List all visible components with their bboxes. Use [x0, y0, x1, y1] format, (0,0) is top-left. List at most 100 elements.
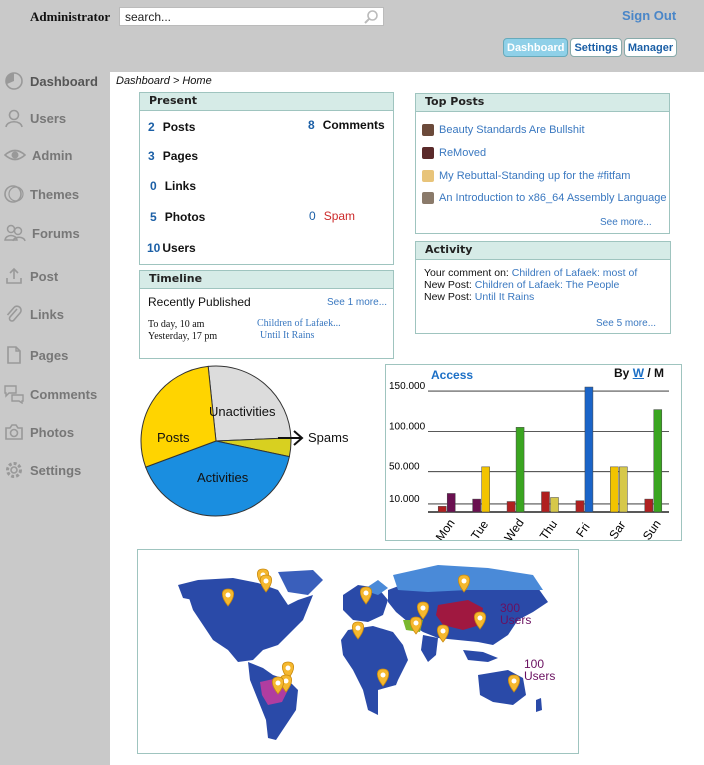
- top-bar: Administrator Sign Out Dashboard Setting…: [0, 0, 704, 72]
- panel-title: Top Posts: [416, 94, 669, 112]
- top-post-item[interactable]: An Introduction to x86_64 Assembly Langu…: [422, 192, 667, 204]
- tab-manager[interactable]: Manager: [623, 38, 678, 57]
- top-posts-see-more[interactable]: See more...: [600, 217, 652, 228]
- bar-wed: [506, 501, 516, 513]
- activity-line: New Post: Until It Rains: [424, 291, 535, 303]
- sidebar-item-label: Post: [30, 268, 59, 284]
- bar-fri: [584, 386, 594, 513]
- y-tick-label: 150.000: [389, 381, 426, 392]
- pie-label-unactivities: Unactivities: [209, 404, 276, 419]
- post-thumbnail: [422, 192, 434, 204]
- stat-comments[interactable]: 8 Comments: [308, 118, 385, 132]
- gear-icon: [6, 462, 22, 478]
- sidebar-item-label: Admin: [32, 147, 73, 163]
- timeline-post-link[interactable]: Children of Lafaek...: [257, 318, 341, 329]
- activity-link[interactable]: Children of Lafaek: The People: [475, 279, 620, 291]
- main-content: Dashboard > Home Present 2 Posts 3 Pages 0…: [110, 72, 704, 765]
- brand-title: Administrator: [30, 9, 111, 24]
- x-tick-label: Fri: [573, 520, 592, 539]
- top-post-item[interactable]: My Rebuttal-Standing up for the #fitfam: [422, 170, 630, 182]
- sidebar-item-post[interactable]: Post: [4, 265, 108, 287]
- access-chart-panel: Access By W / M 150.000 100.000 50.000 10.0…: [385, 364, 682, 541]
- post-thumbnail: [422, 147, 434, 159]
- sidebar-item-dashboard[interactable]: Dashboard: [4, 70, 108, 92]
- map-pin-dot: [285, 665, 291, 671]
- comments-icon: [4, 385, 24, 404]
- top-tabs: Dashboard Settings Manager: [503, 38, 678, 57]
- spam-arrow-icon: [278, 430, 304, 446]
- pie-label-spams: Spams: [308, 430, 349, 445]
- page-icon: [7, 346, 21, 364]
- activity-link[interactable]: Until It Rains: [475, 291, 535, 303]
- activity-link[interactable]: Children of Lafaek: most of: [512, 267, 637, 279]
- search-icon[interactable]: [363, 9, 379, 30]
- stat-photos[interactable]: 5 Photos: [150, 210, 205, 224]
- stat-posts[interactable]: 2 Posts: [148, 120, 195, 134]
- timeline-post-link[interactable]: Until It Rains: [260, 330, 314, 341]
- post-thumbnail: [422, 124, 434, 136]
- sidebar-item-label: Themes: [30, 186, 80, 202]
- sidebar-item-photos[interactable]: Photos: [4, 421, 108, 443]
- x-tick-label: Sar: [606, 518, 628, 540]
- sidebar-item-label: Links: [30, 306, 64, 322]
- activity-line: Your comment on: Children of Lafaek: mos…: [424, 267, 638, 279]
- search-input[interactable]: [120, 8, 360, 26]
- stat-users[interactable]: 10 Users: [147, 241, 196, 255]
- panel-title: Present: [140, 93, 393, 111]
- user-icon: [5, 109, 23, 128]
- stat-spam[interactable]: 0 Spam: [309, 209, 355, 223]
- timeline-time: Yesterday, 17 pm: [148, 331, 218, 342]
- top-post-item[interactable]: ReMoved: [422, 147, 486, 159]
- activity-see-more[interactable]: See 5 more...: [596, 318, 656, 329]
- map-pin-dot: [263, 578, 269, 584]
- pie-label-posts: Posts: [157, 430, 190, 445]
- map-pin-dot: [511, 678, 517, 684]
- bar-fri: [575, 500, 585, 513]
- y-tick-label: 100.000: [389, 421, 426, 432]
- x-tick-label: Tue: [468, 517, 491, 540]
- tab-settings[interactable]: Settings: [570, 38, 622, 57]
- access-bar-chart: 150.000 100.000 50.000 10.000 Mon Tue Wed Thu Fr…: [389, 381, 669, 540]
- present-panel: Present 2 Posts 3 Pages 0 Links 5 Photos 10 U…: [139, 92, 394, 265]
- map-pin-dot: [380, 672, 386, 678]
- sidebar-item-settings[interactable]: Settings: [4, 459, 108, 481]
- x-tick-label: Sun: [640, 517, 664, 540]
- map-pin-dot: [355, 625, 361, 631]
- sidebar-item-label: Forums: [32, 225, 80, 241]
- panel-title: Activity: [416, 242, 670, 260]
- tab-dashboard[interactable]: Dashboard: [503, 38, 569, 57]
- breadcrumb: Dashboard > Home: [116, 75, 212, 87]
- sidebar-item-comments[interactable]: Comments: [4, 383, 108, 405]
- sidebar-item-links[interactable]: Links: [4, 303, 108, 325]
- map-pin-dot: [440, 628, 446, 634]
- bar-sar: [610, 466, 619, 513]
- sidebar-item-label: Pages: [30, 347, 69, 363]
- sidebar-item-forums[interactable]: Forums: [4, 222, 108, 244]
- bar-wed: [515, 427, 525, 513]
- sidebar-item-label: Users: [30, 110, 67, 126]
- sidebar-item-admin[interactable]: Admin: [4, 144, 108, 166]
- sign-out-link[interactable]: Sign Out: [622, 8, 676, 23]
- top-post-item[interactable]: Beauty Standards Are Bullshit: [422, 124, 585, 136]
- stat-pages[interactable]: 3 Pages: [148, 149, 198, 163]
- timeline-see-more[interactable]: See 1 more...: [327, 297, 387, 308]
- x-tick-label: Mon: [433, 516, 458, 540]
- map-pin-dot: [477, 615, 483, 621]
- search-box[interactable]: [119, 7, 384, 26]
- pie-label-activities: Activities: [197, 470, 249, 485]
- sidebar-item-users[interactable]: Users: [4, 107, 108, 129]
- sidebar-item-themes[interactable]: Themes: [4, 183, 108, 205]
- stat-links[interactable]: 0 Links: [150, 179, 196, 193]
- map-pin-dot: [283, 678, 289, 684]
- paperclip-icon: [6, 305, 22, 322]
- map-label-100-users: 100 Users: [524, 657, 556, 683]
- upload-icon: [6, 267, 22, 284]
- map-pin-dot: [461, 578, 467, 584]
- map-pin-dot: [225, 592, 231, 598]
- bar-thu: [550, 497, 559, 513]
- bar-mon: [437, 506, 447, 513]
- activity-panel: Activity Your comment on: Children of La…: [415, 241, 671, 334]
- sidebar-item-pages[interactable]: Pages: [4, 344, 108, 366]
- forums-icon: [4, 224, 26, 242]
- sidebar-item-label: Settings: [30, 462, 82, 478]
